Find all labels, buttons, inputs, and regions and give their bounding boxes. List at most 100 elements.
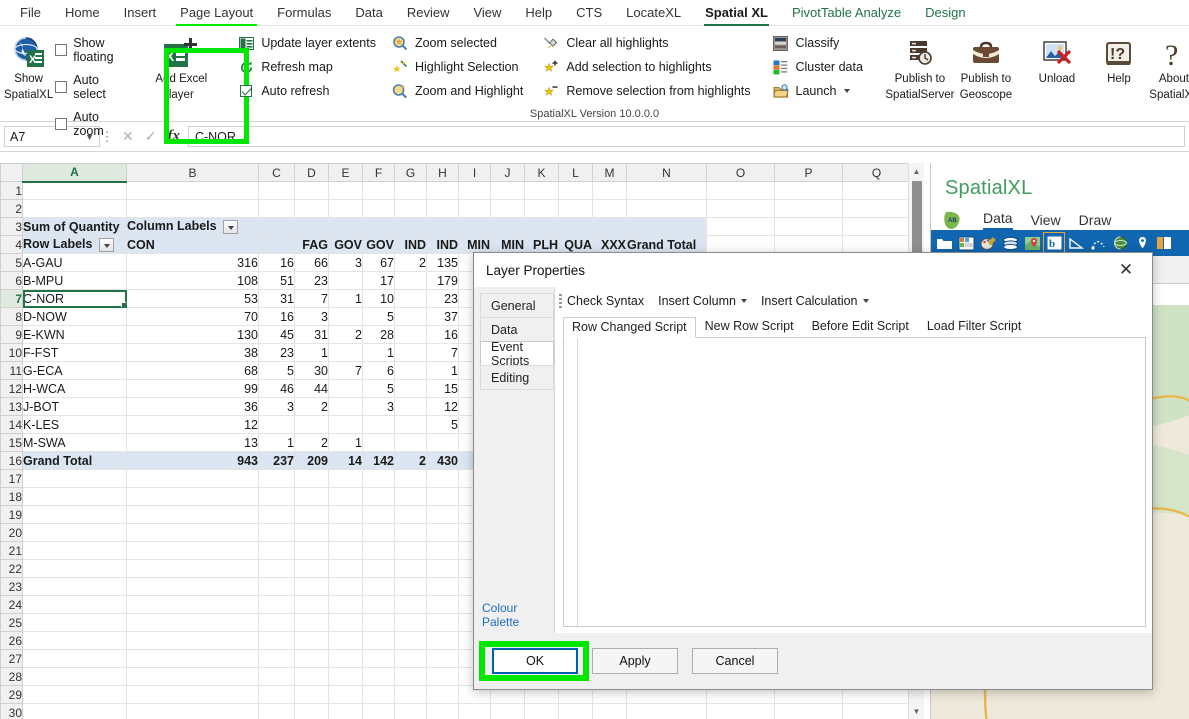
cell[interactable] — [295, 614, 329, 632]
data-cell[interactable]: 28 — [363, 326, 395, 344]
row-label-cell[interactable]: H-WCA — [23, 380, 127, 398]
cell[interactable] — [427, 560, 459, 578]
data-cell[interactable]: 3 — [259, 398, 295, 416]
cell[interactable] — [329, 704, 363, 719]
data-cell[interactable]: 23 — [427, 290, 459, 308]
row-label-cell[interactable]: B-MPU — [23, 272, 127, 290]
insert-column-button[interactable]: Insert Column — [658, 294, 747, 308]
ribbon-tab-home[interactable]: Home — [53, 1, 112, 25]
cell[interactable] — [363, 218, 395, 236]
data-cell[interactable]: 5 — [427, 416, 459, 434]
pivot-row-labels[interactable]: Row Labels — [23, 236, 127, 254]
cell[interactable] — [395, 182, 427, 200]
cell[interactable] — [395, 200, 427, 218]
row-header-12[interactable]: 12 — [1, 380, 23, 398]
data-cell[interactable] — [395, 326, 427, 344]
data-cell[interactable]: 7 — [295, 290, 329, 308]
grand-total-cell[interactable]: 2 — [395, 452, 427, 470]
data-cell[interactable]: 1 — [427, 362, 459, 380]
row-label-cell[interactable]: M-SWA — [23, 434, 127, 452]
cell[interactable] — [363, 542, 395, 560]
pivot-column-labels[interactable]: Column Labels — [127, 218, 259, 236]
data-cell[interactable]: 108 — [127, 272, 259, 290]
cell[interactable] — [127, 488, 259, 506]
select-icon[interactable]: b — [1044, 233, 1064, 253]
data-cell[interactable]: 66 — [295, 254, 329, 272]
column-header-F[interactable]: F — [363, 164, 395, 182]
row-header-9[interactable]: 9 — [1, 326, 23, 344]
cell[interactable] — [593, 704, 627, 719]
cell[interactable] — [459, 200, 491, 218]
cell[interactable] — [395, 704, 427, 719]
cell[interactable] — [329, 506, 363, 524]
data-cell[interactable]: 1 — [329, 434, 363, 452]
remove-selection-from-highlights-button[interactable]: Remove selection from highlights — [543, 83, 750, 99]
cell[interactable] — [127, 686, 259, 704]
cell[interactable] — [707, 200, 775, 218]
script-editor-content[interactable] — [578, 338, 1145, 626]
cell[interactable] — [329, 686, 363, 704]
cell[interactable] — [395, 650, 427, 668]
data-cell[interactable]: 2 — [295, 398, 329, 416]
cell[interactable] — [329, 470, 363, 488]
nav-item-editing[interactable]: Editing — [480, 365, 554, 390]
column-header-P[interactable]: P — [775, 164, 843, 182]
cell[interactable] — [23, 704, 127, 719]
cell[interactable] — [775, 200, 843, 218]
data-cell[interactable]: 12 — [427, 398, 459, 416]
fx-icon[interactable]: fx — [167, 128, 180, 145]
row-header-20[interactable]: 20 — [1, 524, 23, 542]
data-cell[interactable] — [363, 434, 395, 452]
row-header-13[interactable]: 13 — [1, 398, 23, 416]
row-header-27[interactable]: 27 — [1, 650, 23, 668]
column-header-M[interactable]: M — [593, 164, 627, 182]
cell[interactable] — [259, 182, 295, 200]
grand-total-cell[interactable]: 943 — [127, 452, 259, 470]
layers-icon[interactable] — [1000, 233, 1020, 253]
data-cell[interactable]: 31 — [259, 290, 295, 308]
row-header-11[interactable]: 11 — [1, 362, 23, 380]
tab-row-changed-script[interactable]: Row Changed Script — [563, 317, 696, 338]
cell[interactable] — [295, 524, 329, 542]
cell[interactable] — [259, 218, 295, 236]
pivot-col-IND-2[interactable]: IND — [427, 236, 459, 254]
cell[interactable] — [363, 650, 395, 668]
cell[interactable] — [259, 542, 295, 560]
cell[interactable] — [427, 488, 459, 506]
pivot-col-IND-1[interactable]: IND — [395, 236, 427, 254]
data-cell[interactable] — [329, 272, 363, 290]
cell[interactable] — [127, 524, 259, 542]
row-header-28[interactable]: 28 — [1, 668, 23, 686]
cell[interactable] — [127, 650, 259, 668]
cell[interactable] — [127, 560, 259, 578]
data-cell[interactable]: 3 — [329, 254, 363, 272]
cell[interactable] — [259, 686, 295, 704]
column-header-C[interactable]: C — [259, 164, 295, 182]
cell[interactable] — [23, 632, 127, 650]
cell[interactable] — [329, 200, 363, 218]
location-pin-icon[interactable] — [1132, 233, 1152, 253]
data-cell[interactable] — [395, 398, 427, 416]
cell[interactable] — [707, 182, 775, 200]
clear-all-highlights-button[interactable]: Clear all highlights — [543, 35, 750, 51]
cell[interactable] — [127, 614, 259, 632]
cell[interactable] — [23, 596, 127, 614]
ribbon-tab-spatial-xl[interactable]: Spatial XL — [693, 1, 780, 25]
cell[interactable] — [843, 218, 911, 236]
cell[interactable] — [127, 578, 259, 596]
data-cell[interactable] — [395, 380, 427, 398]
nav-item-general[interactable]: General — [480, 293, 554, 318]
cell[interactable] — [427, 200, 459, 218]
cell[interactable] — [427, 614, 459, 632]
cell[interactable] — [363, 704, 395, 719]
cell[interactable] — [363, 596, 395, 614]
data-cell[interactable]: 3 — [363, 398, 395, 416]
data-cell[interactable]: 38 — [127, 344, 259, 362]
data-cell[interactable] — [395, 290, 427, 308]
pivot-col-GOV-1[interactable]: GOV — [329, 236, 363, 254]
row-header-19[interactable]: 19 — [1, 506, 23, 524]
cell[interactable] — [395, 560, 427, 578]
data-cell[interactable]: 179 — [427, 272, 459, 290]
cell[interactable] — [491, 218, 525, 236]
cell[interactable] — [259, 596, 295, 614]
